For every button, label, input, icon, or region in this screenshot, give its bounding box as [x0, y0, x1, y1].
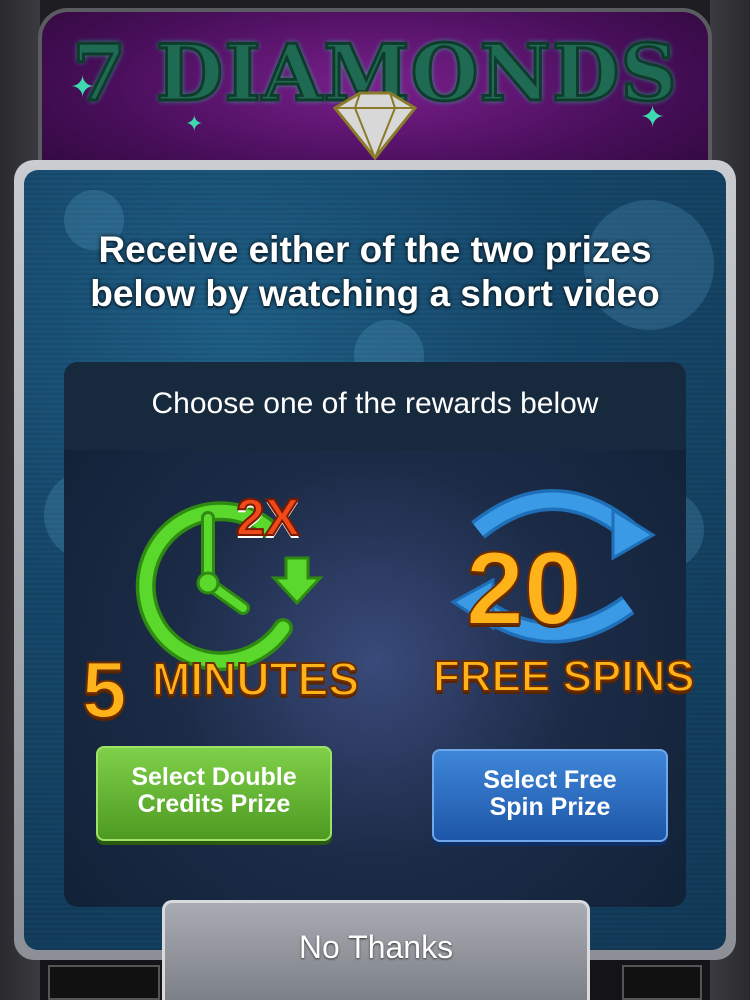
- multiplier-badge: 2X: [235, 488, 301, 548]
- machine-display-left: [48, 965, 160, 1000]
- button-label-line-1: Select Free: [483, 766, 617, 794]
- free-spins-number: 20: [465, 530, 583, 648]
- button-label-line-2: Credits Prize: [137, 790, 291, 818]
- sparkle-icon: ✦: [185, 112, 204, 137]
- select-free-spin-button[interactable]: Select Free Spin Prize: [432, 749, 668, 842]
- headline-line-2: below by watching a short video: [90, 273, 660, 314]
- sparkle-icon: ✦: [640, 100, 666, 135]
- choose-reward-label: Choose one of the rewards below: [151, 387, 599, 420]
- headline-line-1: Receive either of the two prizes: [98, 229, 652, 270]
- minutes-number: 5: [81, 644, 127, 735]
- button-label-line-2: Spin Prize: [489, 793, 611, 821]
- modal-headline: Receive either of the two prizes below b…: [24, 228, 726, 316]
- select-double-credits-button[interactable]: Select Double Credits Prize: [96, 746, 332, 841]
- button-label-line-1: Select Double: [131, 763, 297, 791]
- machine-display-right: [622, 965, 702, 1000]
- sparkle-icon: ✦: [70, 70, 96, 105]
- diamond-icon: [332, 91, 418, 161]
- free-spins-label: FREE SPINS: [432, 651, 696, 702]
- no-thanks-button[interactable]: No Thanks: [162, 900, 590, 1000]
- minutes-label: MINUTES: [151, 652, 360, 706]
